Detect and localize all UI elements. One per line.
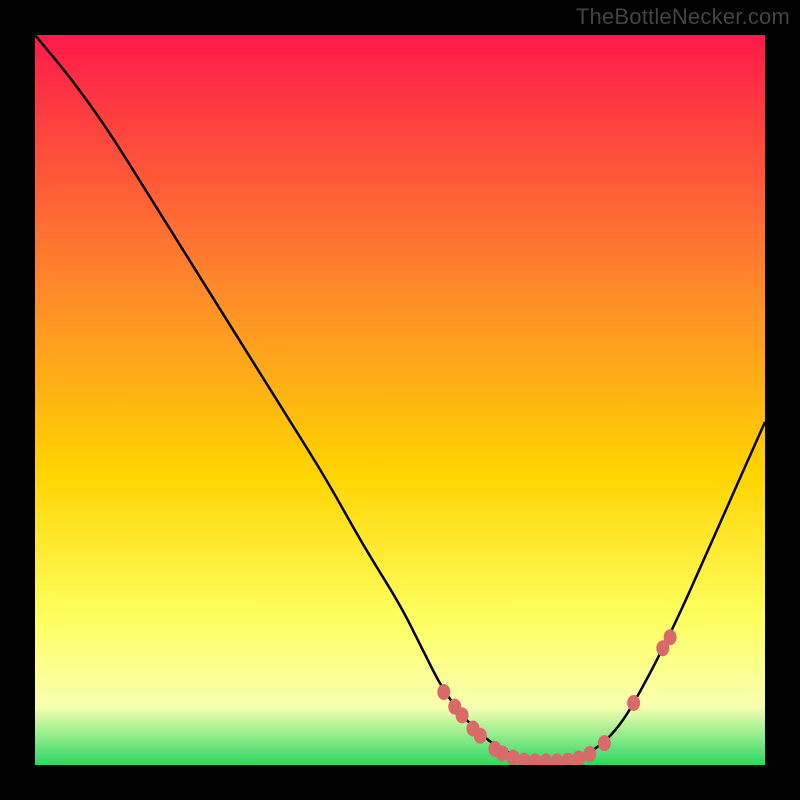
data-marker	[540, 754, 552, 765]
data-marker	[529, 754, 541, 765]
data-marker	[438, 685, 450, 700]
data-marker	[664, 630, 676, 645]
plot-area	[35, 35, 765, 765]
data-marker	[507, 750, 519, 765]
data-marker	[562, 753, 574, 765]
data-marker	[518, 753, 530, 765]
data-marker	[628, 695, 640, 710]
chart-frame: TheBottleNecker.com	[0, 0, 800, 800]
data-marker	[598, 736, 610, 751]
data-marker	[551, 754, 563, 765]
data-marker	[456, 708, 468, 723]
data-marker	[573, 751, 585, 765]
data-marker	[496, 746, 508, 761]
bottleneck-chart	[35, 35, 765, 765]
gradient-background	[35, 35, 765, 765]
data-marker	[584, 747, 596, 762]
data-marker	[474, 728, 486, 743]
watermark-label: TheBottleNecker.com	[576, 4, 790, 30]
